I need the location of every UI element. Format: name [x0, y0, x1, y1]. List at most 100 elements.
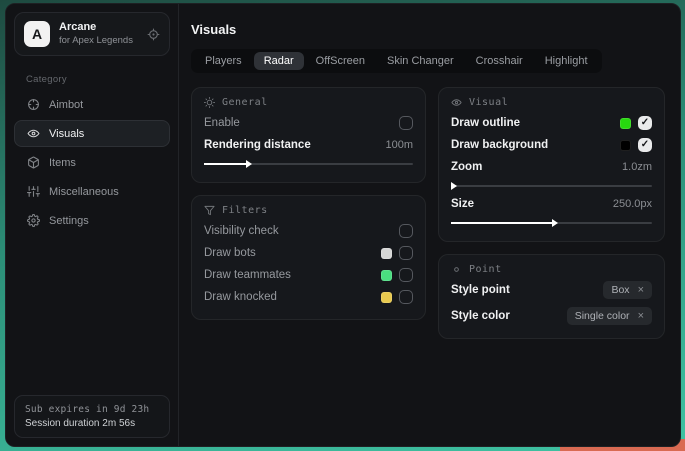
filters-card: Filters Visibility check ✓ Draw bots ✓: [191, 195, 426, 320]
size-row: Size 250.0px: [451, 193, 652, 215]
filters-card-title: Filters: [222, 205, 268, 216]
row-controls: ✓: [620, 116, 652, 130]
general-card-header: General: [204, 97, 413, 108]
settings-grid: General Enable ✓ Rendering distance 100m: [191, 87, 665, 339]
draw-background-row: Draw background ✓: [451, 134, 652, 156]
brand-subtitle: for Apex Legends: [59, 35, 138, 47]
sidebar-item-visuals[interactable]: Visuals: [14, 120, 170, 147]
slider-fill: [204, 163, 246, 165]
draw-teammates-row: Draw teammates ✓: [204, 264, 413, 286]
point-card: Point Style point Box × Style color Sing…: [438, 254, 665, 339]
sidebar-item-miscellaneous[interactable]: Miscellaneous: [14, 178, 170, 205]
tab-skin-changer[interactable]: Skin Changer: [377, 52, 464, 70]
tab-crosshair[interactable]: Crosshair: [466, 52, 533, 70]
check-icon: ✓: [641, 140, 649, 150]
sidebar-item-label: Miscellaneous: [49, 186, 119, 198]
tab-label: Skin Changer: [387, 55, 454, 67]
filters-card-header: Filters: [204, 205, 413, 216]
draw-outline-checkbox[interactable]: ✓: [638, 116, 652, 130]
slider-thumb[interactable]: [246, 160, 252, 168]
tab-label: Crosshair: [476, 55, 523, 67]
zoom-label: Zoom: [451, 161, 482, 173]
sub-expires-text: Sub expires in 9d 23h: [25, 404, 159, 415]
check-icon: ✓: [641, 118, 649, 128]
row-controls: ✓: [381, 268, 413, 282]
left-column: General Enable ✓ Rendering distance 100m: [191, 87, 426, 320]
point-card-title: Point: [469, 264, 502, 275]
session-card: Sub expires in 9d 23h Session duration 2…: [14, 395, 170, 438]
slider-thumb[interactable]: [552, 219, 558, 227]
enable-checkbox[interactable]: ✓: [399, 116, 413, 130]
tab-offscreen[interactable]: OffScreen: [306, 52, 375, 70]
draw-knocked-checkbox[interactable]: ✓: [399, 290, 413, 304]
brand-logo: A: [24, 21, 50, 47]
visual-card-header: Visual: [451, 97, 652, 108]
close-icon[interactable]: ×: [638, 284, 644, 296]
draw-background-color-swatch[interactable]: [620, 140, 631, 151]
slider-thumb[interactable]: [451, 182, 457, 190]
rendering-distance-slider[interactable]: [204, 163, 413, 165]
tab-highlight[interactable]: Highlight: [535, 52, 598, 70]
tag-text: Single color: [575, 310, 630, 322]
draw-knocked-color-swatch[interactable]: [381, 292, 392, 303]
draw-bots-checkbox[interactable]: ✓: [399, 246, 413, 260]
zoom-slider[interactable]: [451, 185, 652, 187]
rendering-distance-row: Rendering distance 100m: [204, 134, 413, 156]
size-slider[interactable]: [451, 222, 652, 224]
visibility-check-checkbox[interactable]: ✓: [399, 224, 413, 238]
point-icon: [451, 264, 462, 275]
tab-radar[interactable]: Radar: [254, 52, 304, 70]
brand-name: Arcane: [59, 21, 138, 35]
sidebar-item-aimbot[interactable]: Aimbot: [14, 91, 170, 118]
tab-label: Radar: [264, 55, 294, 67]
sidebar-item-label: Settings: [49, 215, 89, 227]
brand-card: A Arcane for Apex Legends: [14, 12, 170, 56]
style-point-row: Style point Box ×: [451, 279, 652, 301]
draw-outline-color-swatch[interactable]: [620, 118, 631, 129]
enable-row: Enable ✓: [204, 112, 413, 134]
size-value: 250.0px: [613, 198, 652, 210]
tabstrip: Players Radar OffScreen Skin Changer Cro…: [191, 49, 602, 73]
tab-players[interactable]: Players: [195, 52, 252, 70]
category-label: Category: [6, 64, 178, 91]
tab-label: Players: [205, 55, 242, 67]
visibility-check-label: Visibility check: [204, 225, 279, 237]
row-controls: ✓: [381, 290, 413, 304]
general-card-title: General: [222, 97, 268, 108]
draw-bots-row: Draw bots ✓: [204, 242, 413, 264]
eye-scan-icon: [27, 127, 40, 140]
draw-teammates-label: Draw teammates: [204, 269, 291, 281]
sliders-icon: [27, 185, 40, 198]
sidebar-item-label: Items: [49, 157, 76, 169]
general-card: General Enable ✓ Rendering distance 100m: [191, 87, 426, 183]
brand-text: Arcane for Apex Legends: [59, 21, 138, 47]
main-content: Visuals Players Radar OffScreen Skin Cha…: [179, 4, 680, 446]
style-point-tag[interactable]: Box ×: [603, 281, 652, 299]
right-column: Visual Draw outline ✓ Draw background: [438, 87, 665, 339]
draw-knocked-row: Draw knocked ✓: [204, 286, 413, 308]
size-label: Size: [451, 198, 474, 210]
sidebar: A Arcane for Apex Legends Category Aimbo…: [6, 4, 179, 446]
draw-outline-label: Draw outline: [451, 117, 520, 129]
style-color-row: Style color Single color ×: [451, 305, 652, 327]
draw-outline-row: Draw outline ✓: [451, 112, 652, 134]
draw-teammates-checkbox[interactable]: ✓: [399, 268, 413, 282]
row-controls: ✓: [399, 224, 413, 238]
draw-bots-label: Draw bots: [204, 247, 256, 259]
close-icon[interactable]: ×: [638, 310, 644, 322]
crosshair-icon: [27, 98, 40, 111]
funnel-icon: [204, 205, 215, 216]
tag-text: Box: [611, 284, 629, 296]
draw-bots-color-swatch[interactable]: [381, 248, 392, 259]
eye-icon: [451, 97, 462, 108]
target-icon[interactable]: [147, 28, 160, 41]
draw-teammates-color-swatch[interactable]: [381, 270, 392, 281]
cube-icon: [27, 156, 40, 169]
sidebar-item-settings[interactable]: Settings: [14, 207, 170, 234]
draw-background-checkbox[interactable]: ✓: [638, 138, 652, 152]
point-card-header: Point: [451, 264, 652, 275]
style-color-tag[interactable]: Single color ×: [567, 307, 652, 325]
sidebar-item-items[interactable]: Items: [14, 149, 170, 176]
enable-label: Enable: [204, 117, 240, 129]
style-point-label: Style point: [451, 284, 510, 296]
